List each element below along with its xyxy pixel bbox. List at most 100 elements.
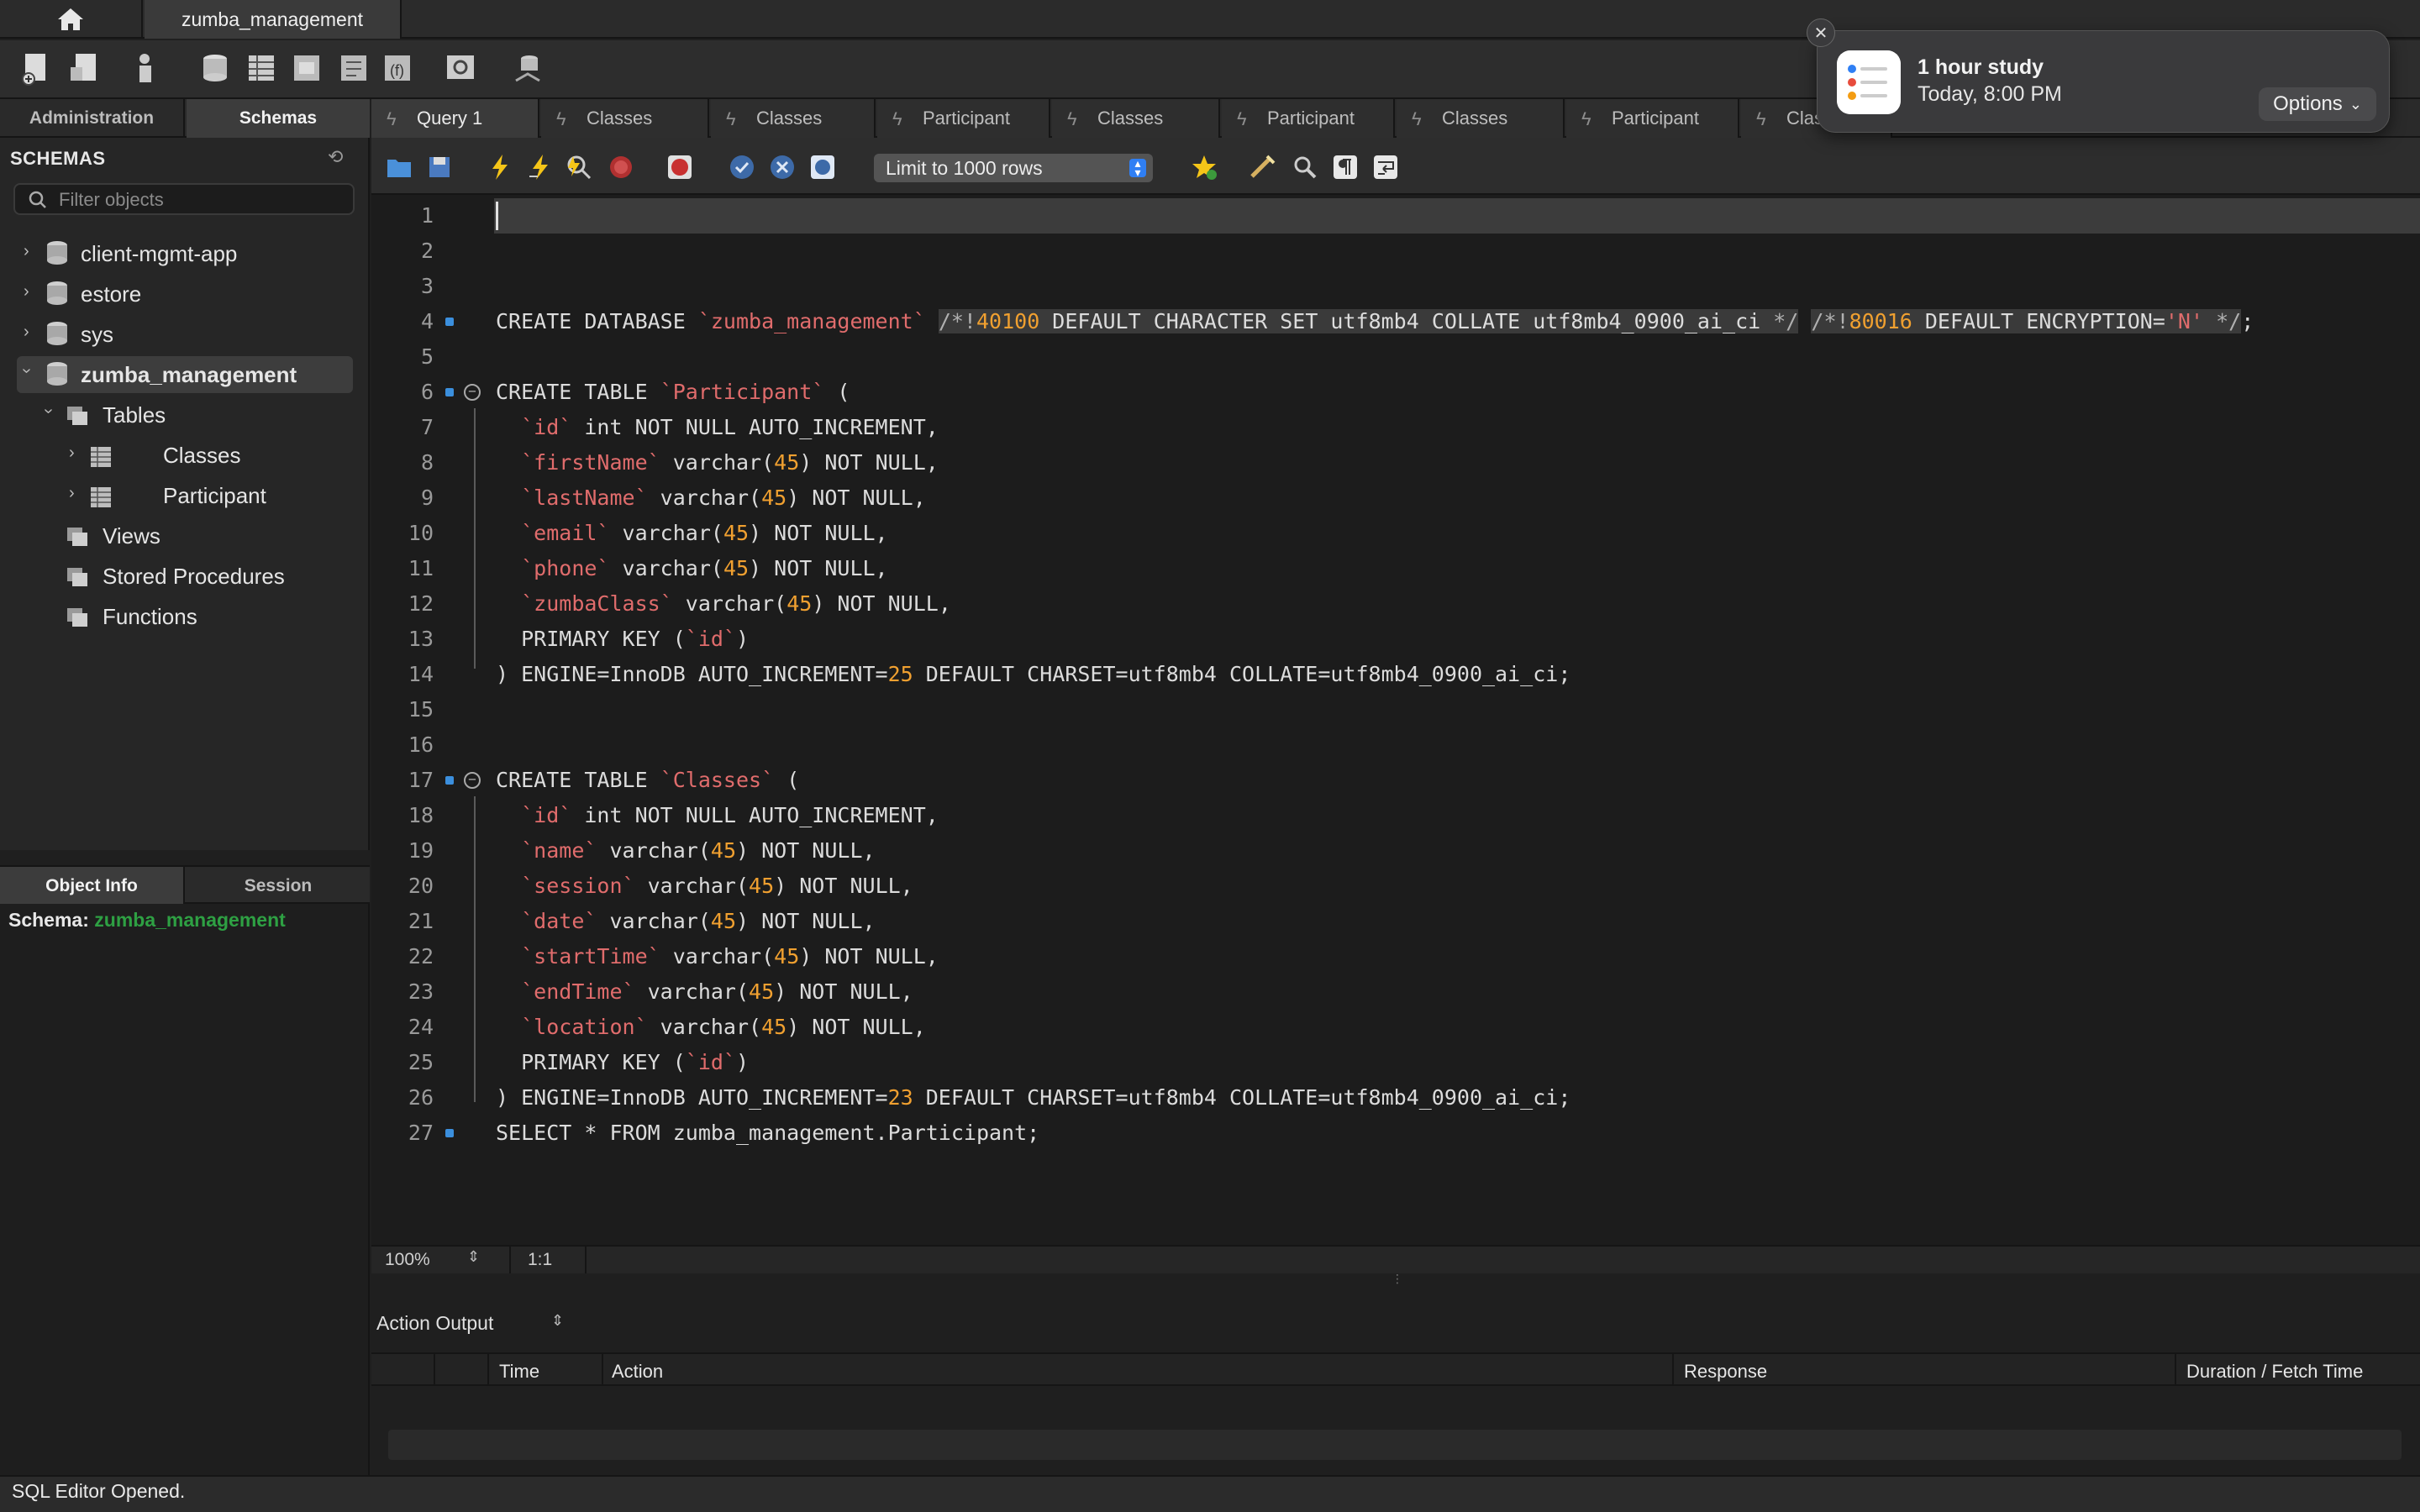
chevron-right-icon[interactable]: ›	[69, 484, 75, 503]
add-snippet-icon[interactable]	[1190, 153, 1218, 181]
zoom-stepper-icon[interactable]: ⇕	[467, 1248, 480, 1266]
options-button[interactable]: Options ⌄	[2259, 87, 2376, 121]
tree-schema-client-mgmt-app[interactable]: › client-mgmt-app	[24, 235, 360, 272]
rollback-icon[interactable]	[768, 153, 797, 181]
column-duration[interactable]: Duration / Fetch Time	[2186, 1361, 2363, 1383]
code-line: 12 `zumbaClass` varchar(45) NOT NULL,	[371, 586, 2420, 622]
output-scrollbar[interactable]	[388, 1430, 2402, 1460]
lightning-icon: ϟ	[556, 108, 566, 129]
chevron-right-icon[interactable]: ›	[69, 444, 75, 463]
tree-folder-views[interactable]: Views	[66, 517, 360, 554]
inspector-icon[interactable]	[129, 50, 165, 86]
column-time[interactable]: Time	[499, 1361, 539, 1383]
execute-current-icon[interactable]	[526, 153, 555, 181]
lightning-icon: ϟ	[387, 108, 397, 129]
stop-icon[interactable]	[607, 153, 635, 181]
word-wrap-icon[interactable]	[1371, 153, 1400, 181]
explain-icon[interactable]	[565, 153, 593, 181]
create-view-icon[interactable]	[289, 50, 324, 86]
output-type-select[interactable]: Action Output	[376, 1312, 493, 1335]
tree-table-participant[interactable]: › Participant	[67, 477, 361, 514]
statement-marker	[445, 776, 454, 785]
line-number: 5	[420, 344, 434, 369]
stepper-arrows-icon[interactable]: ⇕	[551, 1312, 564, 1330]
tab-classes[interactable]: ϟ Classes	[541, 99, 709, 138]
open-sql-script-icon[interactable]	[67, 50, 103, 86]
tab-schemas[interactable]: Schemas	[187, 99, 370, 138]
object-info-panel	[0, 904, 370, 1475]
chevron-right-icon[interactable]: ›	[24, 242, 29, 261]
connection-tab[interactable]: zumba_management	[145, 0, 402, 39]
create-schema-icon[interactable]	[195, 50, 230, 86]
line-number: 12	[408, 591, 434, 616]
tab-administration[interactable]: Administration	[0, 99, 185, 138]
code-line: 23 `endTime` varchar(45) NOT NULL,	[371, 974, 2420, 1010]
chevron-right-icon[interactable]: ›	[24, 323, 29, 342]
tab-classes[interactable]: ϟ Classes	[1397, 99, 1565, 138]
execute-icon[interactable]	[486, 153, 514, 181]
panel-resize-handle-icon[interactable]: ⋮	[1392, 1272, 1403, 1300]
commit-icon[interactable]	[728, 153, 756, 181]
chevron-down-icon: ⌄	[2349, 95, 2362, 113]
fold-collapse-icon[interactable]: −	[464, 384, 481, 401]
fold-collapse-icon[interactable]: −	[464, 772, 481, 789]
tree-folder-stored-procedures[interactable]: Stored Procedures	[66, 558, 360, 595]
chevron-right-icon[interactable]: ›	[24, 282, 29, 302]
column-response[interactable]: Response	[1684, 1361, 1767, 1383]
reconnect-icon[interactable]	[511, 50, 546, 86]
search-icon	[29, 191, 46, 208]
statement-marker	[445, 388, 454, 396]
chevron-down-icon[interactable]: ›	[17, 368, 36, 374]
database-icon	[47, 362, 67, 386]
open-folder-icon[interactable]	[385, 153, 413, 181]
search-table-data-icon[interactable]	[444, 50, 479, 86]
tree-schema-estore[interactable]: › estore	[24, 276, 360, 312]
code-line: 6 − CREATE TABLE `Participant` (	[371, 375, 2420, 410]
refresh-icon[interactable]: ⟲	[328, 146, 351, 170]
line-number: 2	[420, 239, 434, 263]
tree-table-classes[interactable]: › Classes	[67, 437, 361, 474]
tree-folder-tables[interactable]: › Tables	[39, 396, 363, 433]
limit-rows-select[interactable]: Limit to 1000 rows ▴ ▾	[874, 154, 1153, 182]
tree-label: Tables	[103, 402, 166, 428]
tab-participant[interactable]: ϟ Participant	[1222, 99, 1395, 138]
code-text: PRIMARY KEY (`id`)	[496, 627, 750, 651]
invisible-chars-icon[interactable]	[1331, 153, 1360, 181]
tree-folder-functions[interactable]: Functions	[66, 598, 360, 635]
divider	[509, 1247, 511, 1275]
autocommit-icon[interactable]	[808, 153, 837, 181]
tab-participant[interactable]: ϟ Participant	[877, 99, 1050, 138]
tab-classes[interactable]: ϟ Classes	[711, 99, 876, 138]
tree-label: estore	[81, 281, 142, 307]
tab-label: Classes	[756, 108, 823, 129]
home-tab[interactable]	[0, 0, 143, 39]
filter-objects-input[interactable]	[59, 188, 345, 212]
create-table-icon[interactable]	[242, 50, 277, 86]
save-icon[interactable]	[425, 153, 454, 181]
tab-object-info[interactable]: Object Info	[0, 867, 185, 906]
output-table-header: Time Action Response Duration / Fetch Ti…	[371, 1352, 2420, 1386]
column-action[interactable]: Action	[612, 1361, 663, 1383]
divider	[2175, 1354, 2176, 1384]
tab-classes[interactable]: ϟ Classes	[1052, 99, 1220, 138]
tab-session[interactable]: Session	[187, 867, 370, 906]
tab-participant[interactable]: ϟ Participant	[1566, 99, 1739, 138]
create-procedure-icon[interactable]	[336, 50, 371, 86]
code-text: `phone` varchar(45) NOT NULL,	[521, 556, 888, 580]
chevron-down-icon[interactable]: ›	[39, 408, 58, 414]
folder-icon	[67, 568, 87, 586]
status-bar	[0, 1475, 2420, 1512]
beautify-icon[interactable]	[1249, 153, 1277, 181]
new-sql-tab-icon[interactable]	[18, 50, 54, 86]
create-function-icon[interactable]: (f)	[380, 50, 415, 86]
tab-query-1[interactable]: ϟ Query 1	[371, 99, 539, 138]
toggle-error-stop-icon[interactable]	[666, 153, 694, 181]
code-text: `email` varchar(45) NOT NULL,	[521, 521, 888, 545]
code-line: 2	[371, 234, 2420, 269]
tree-schema-sys[interactable]: › sys	[24, 316, 360, 353]
code-line: 16	[371, 727, 2420, 763]
zoom-level[interactable]: 100%	[385, 1250, 430, 1270]
close-icon[interactable]: ✕	[1807, 18, 1835, 47]
tree-schema-zumba-management[interactable]: › zumba_management	[17, 356, 353, 393]
find-icon[interactable]	[1291, 153, 1319, 181]
